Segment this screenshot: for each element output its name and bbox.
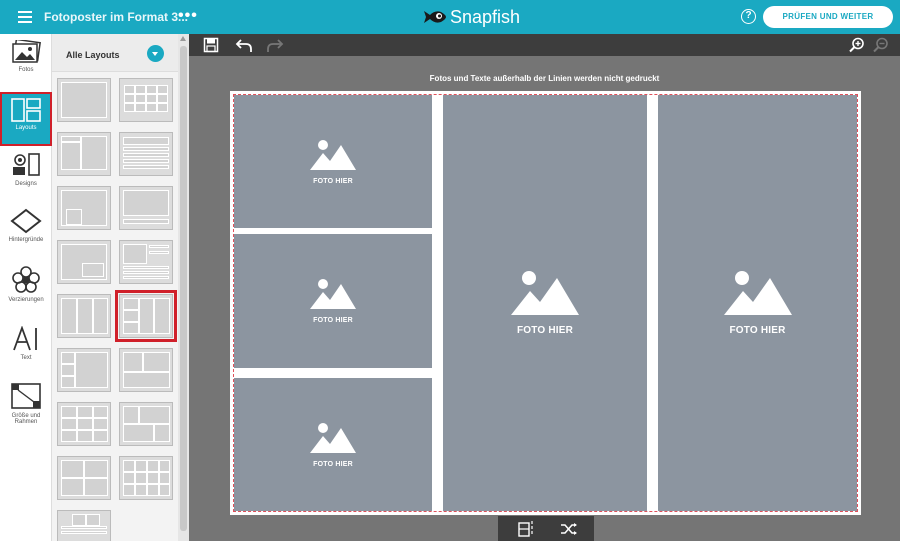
backgrounds-icon	[10, 208, 42, 234]
photo-slot-label: FOTO HIER	[516, 325, 574, 336]
canvas-tools	[498, 516, 594, 541]
photo-slot-label: FOTO HIER	[729, 325, 786, 336]
layout-thumbnail[interactable]	[119, 456, 173, 500]
layouts-panel: Alle Layouts	[52, 34, 178, 541]
rail-label: Hintergründe	[8, 237, 44, 243]
layout-thumbnail[interactable]	[57, 294, 111, 338]
poster-canvas: FOTO HIER FOTO HIER FOTO HIER FOTO HIER …	[230, 91, 861, 515]
layouts-icon	[11, 98, 41, 122]
photo-slot[interactable]: FOTO HIER	[234, 95, 432, 228]
rail-label: Fotos	[18, 67, 34, 73]
layout-thumbnail[interactable]	[57, 510, 111, 541]
layout-thumbnail-selected[interactable]	[115, 290, 177, 342]
layout-thumbnail[interactable]	[57, 348, 111, 392]
chevron-down-icon[interactable]	[147, 45, 164, 62]
photo-slot-label: FOTO HIER	[313, 177, 353, 185]
layout-thumbnail[interactable]	[119, 402, 173, 446]
photo-slot-label: FOTO HIER	[313, 317, 353, 324]
scroll-up-icon[interactable]	[180, 36, 186, 41]
rail-item-size-frame[interactable]: Größe und Rahmen	[0, 382, 52, 438]
shuffle-icon[interactable]	[560, 522, 578, 536]
fish-icon	[424, 11, 446, 23]
layout-thumbnail[interactable]	[119, 240, 173, 284]
rail-item-text[interactable]: Text	[0, 326, 52, 376]
photo-slot[interactable]: FOTO HIER	[234, 378, 432, 511]
size-frame-icon	[11, 383, 41, 409]
rail-item-designs[interactable]: Designs	[0, 152, 52, 202]
scrollbar-thumb[interactable]	[180, 46, 187, 531]
rail-label: Größe und Rahmen	[11, 413, 41, 425]
review-continue-button[interactable]: PRÜFEN UND WEITER	[763, 6, 893, 28]
rail-item-backgrounds[interactable]: Hintergründe	[0, 208, 52, 260]
tool-rail: Fotos Layouts Designs Hintergründe Verzi…	[0, 34, 52, 541]
rail-label: Verzierungen	[8, 297, 44, 303]
top-bar: Fotoposter im Format 3... ••• Snapfish ?…	[0, 0, 900, 34]
layouts-filter-label[interactable]: Alle Layouts	[66, 50, 120, 60]
layouts-panel-header: Alle Layouts	[52, 34, 178, 72]
photo-slot[interactable]: FOTO HIER	[443, 95, 647, 511]
image-placeholder-icon	[723, 271, 792, 315]
image-placeholder-icon	[310, 139, 356, 170]
rail-item-layouts[interactable]: Layouts	[0, 92, 52, 146]
layout-thumbnail[interactable]	[57, 402, 111, 446]
layout-thumbnail[interactable]	[57, 456, 111, 500]
zoom-out-icon[interactable]	[873, 37, 889, 53]
layout-thumbnail[interactable]	[119, 78, 173, 122]
rail-item-embellishments[interactable]: Verzierungen	[0, 266, 52, 318]
photo-slot[interactable]: FOTO HIER	[234, 234, 432, 368]
flower-icon	[12, 266, 40, 293]
rail-label: Designs	[15, 181, 37, 187]
print-area-notice: Fotos und Texte außerhalb der Linien wer…	[429, 74, 660, 83]
save-icon[interactable]	[203, 37, 219, 53]
layouts-scrollbar[interactable]	[178, 34, 189, 541]
help-icon[interactable]: ?	[741, 9, 756, 24]
brand-logo: Snapfish	[424, 5, 520, 29]
document-title[interactable]: Fotoposter im Format 3...	[44, 10, 188, 24]
swap-layout-icon[interactable]	[518, 520, 536, 537]
rail-label: Text	[20, 355, 32, 361]
layout-thumbnail[interactable]	[57, 132, 111, 176]
undo-icon[interactable]	[235, 37, 253, 53]
photo-slot[interactable]: FOTO HIER	[658, 95, 857, 511]
layout-thumbnail[interactable]	[57, 186, 111, 230]
photo-slot-label: FOTO HIER	[313, 460, 353, 468]
designs-icon	[13, 153, 40, 176]
more-options-icon[interactable]: •••	[178, 7, 198, 25]
menu-icon[interactable]	[18, 11, 32, 23]
layout-thumbnail[interactable]	[119, 348, 173, 392]
layout-thumbnail[interactable]	[57, 78, 111, 122]
layout-thumbnail[interactable]	[57, 240, 111, 284]
image-placeholder-icon	[310, 279, 356, 309]
layout-thumbnail[interactable]	[119, 132, 173, 176]
rail-label: Layouts	[15, 125, 37, 131]
layout-thumbnail[interactable]	[119, 186, 173, 230]
editor-toolbar	[189, 34, 900, 56]
brand-name: Snapfish	[450, 6, 521, 27]
text-icon	[13, 326, 37, 351]
photos-icon	[12, 40, 41, 63]
editor-workspace: Fotos und Texte außerhalb der Linien wer…	[189, 34, 900, 541]
image-placeholder-icon	[511, 271, 579, 315]
rail-item-photos[interactable]: Fotos	[0, 38, 52, 88]
redo-icon[interactable]	[266, 37, 284, 53]
image-placeholder-icon	[310, 422, 356, 453]
zoom-in-icon[interactable]	[849, 37, 865, 53]
